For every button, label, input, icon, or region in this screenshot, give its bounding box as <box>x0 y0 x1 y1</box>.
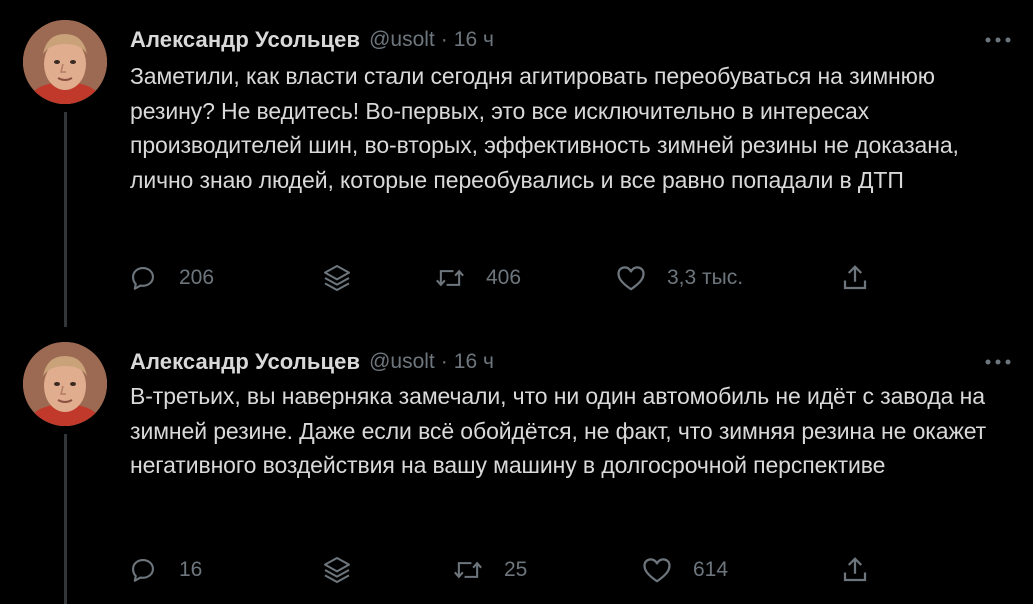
retweet-button[interactable]: 406 <box>434 256 521 300</box>
stack-icon <box>321 554 353 586</box>
revue-button[interactable] <box>321 548 353 592</box>
revue-button[interactable] <box>321 256 353 300</box>
tweet-actions: 206 406 3,3 тыс. <box>0 256 1033 300</box>
share-button[interactable] <box>839 548 871 592</box>
tweet-header: Александр Усольцев @usolt · 16 ч <box>130 346 494 378</box>
share-button[interactable] <box>839 256 871 300</box>
tweet[interactable]: Александр Усольцев @usolt · 16 ч Заметил… <box>0 0 1033 327</box>
tweet[interactable]: Александр Усольцев @usolt · 16 ч В-треть… <box>0 322 1033 604</box>
author-handle[interactable]: @usolt <box>369 350 435 374</box>
avatar[interactable] <box>23 20 107 104</box>
author-name[interactable]: Александр Усольцев <box>130 349 360 375</box>
tweet-timestamp[interactable]: 16 ч <box>454 350 494 374</box>
separator-dot: · <box>440 28 448 51</box>
share-icon <box>839 262 871 294</box>
share-icon <box>839 554 871 586</box>
reply-count: 16 <box>179 558 203 581</box>
like-button[interactable]: 614 <box>641 548 728 592</box>
tweet-text: Заметили, как власти стали сегодня агити… <box>130 63 959 193</box>
more-options-button[interactable] <box>981 346 1015 376</box>
author-name[interactable]: Александр Усольцев <box>130 27 360 53</box>
like-count: 3,3 тыс. <box>667 266 744 289</box>
author-handle[interactable]: @usolt <box>369 28 435 52</box>
retweet-count: 25 <box>504 558 528 581</box>
like-count: 614 <box>693 558 729 581</box>
avatar[interactable] <box>23 342 107 426</box>
tweet-header: Александр Усольцев @usolt · 16 ч <box>130 24 494 56</box>
tweet-thread: Александр Усольцев @usolt · 16 ч Заметил… <box>0 0 1033 604</box>
more-options-button[interactable] <box>981 24 1015 54</box>
reply-icon <box>127 262 159 294</box>
stack-icon <box>321 262 353 294</box>
like-icon <box>615 262 647 294</box>
tweet-timestamp[interactable]: 16 ч <box>454 28 494 52</box>
tweet-actions: 16 25 614 <box>0 548 1033 592</box>
more-icon <box>985 352 1011 370</box>
retweet-count: 406 <box>486 266 522 289</box>
retweet-icon <box>434 262 466 294</box>
retweet-button[interactable]: 25 <box>452 548 527 592</box>
reply-icon <box>127 554 159 586</box>
reply-count: 206 <box>179 266 215 289</box>
retweet-icon <box>452 554 484 586</box>
like-icon <box>641 554 673 586</box>
separator-dot: · <box>440 350 448 373</box>
reply-button[interactable]: 16 <box>127 548 202 592</box>
reply-button[interactable]: 206 <box>127 256 214 300</box>
tweet-text: В-третьих, вы наверняка замечали, что ни… <box>130 383 987 478</box>
more-icon <box>985 30 1011 48</box>
like-button[interactable]: 3,3 тыс. <box>615 256 743 300</box>
